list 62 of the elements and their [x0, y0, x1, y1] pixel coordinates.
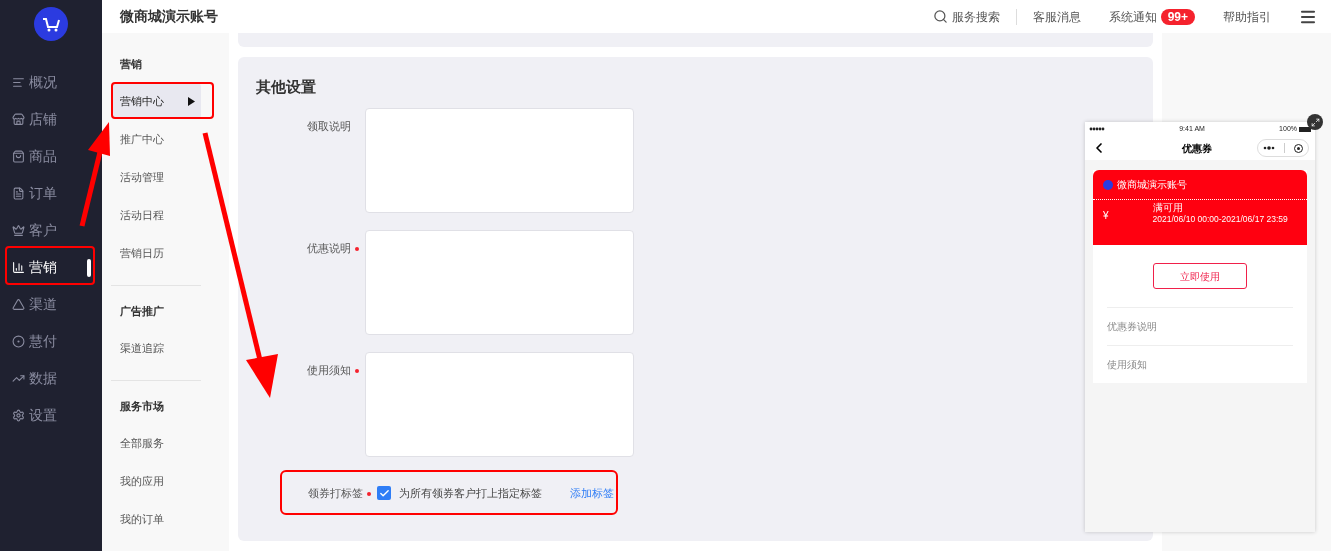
sub-menu-item[interactable]: 营销日历 [111, 235, 201, 271]
active-indicator [87, 259, 91, 277]
section-label: 使用须知 [1107, 358, 1147, 372]
battery-icon [1299, 126, 1311, 132]
search-icon [932, 9, 948, 24]
nav-item[interactable]: 数据 [0, 360, 87, 397]
account-title: 微商城演示账号 [120, 7, 218, 26]
nav-item[interactable]: 营销 [0, 249, 87, 286]
signal-icon [1089, 127, 1105, 131]
header-link[interactable]: 帮助指引 [1223, 7, 1271, 26]
section-title: 其他设置 [256, 77, 317, 97]
crown-icon [12, 224, 25, 237]
nav-item[interactable]: 概况 [0, 64, 87, 101]
nav-item[interactable]: 商品 [0, 138, 87, 175]
gear-icon [12, 409, 25, 422]
trend-icon [12, 372, 25, 385]
field-label: 领券打标签 [308, 485, 363, 501]
shop-name: 微商城演示账号 [1117, 178, 1187, 192]
sub-menu-item[interactable]: 渠道追踪 [111, 330, 201, 366]
triangle-icon [188, 96, 195, 106]
menu-group-title: 广告推广 [119, 303, 165, 319]
sub-menu-item[interactable]: 我的订单 [111, 501, 201, 537]
menu-group-title: 服务市场 [119, 398, 165, 414]
use-now-button[interactable]: 立即使用 [1153, 263, 1247, 289]
coupon-validity: 2021/06/10 00:00-2021/06/17 23:59 [1152, 214, 1289, 225]
shop-logo-icon [1103, 179, 1113, 190]
nav-item[interactable]: 订单 [0, 175, 87, 212]
checkbox-label: 为所有领券客户打上指定标签 [399, 485, 542, 501]
add-tag-link[interactable]: 添加标签 [570, 484, 614, 502]
notification-link[interactable]: 系统通知 99+ [1108, 7, 1195, 26]
sub-menu-item[interactable]: 我的应用 [111, 463, 201, 499]
sub-menu-item[interactable]: 推广中心 [111, 121, 201, 157]
section-label: 优惠券说明 [1107, 320, 1157, 334]
page-title: 优惠券 [1182, 141, 1212, 156]
nav-item[interactable]: 店铺 [0, 101, 87, 138]
logo-icon [34, 7, 68, 41]
checkbox[interactable] [377, 486, 391, 500]
count-badge: 99+ [1160, 8, 1195, 25]
more-icon [1262, 146, 1275, 150]
bag-icon [12, 150, 25, 163]
check-icon [378, 487, 390, 499]
lines-icon [12, 76, 25, 89]
field-label: 使用须知 [307, 363, 351, 378]
triangle-icon [12, 298, 25, 311]
sub-menu-item[interactable]: 全部服务 [111, 425, 201, 461]
coupon-condition: 满可用 [1152, 202, 1184, 214]
currency-symbol: ¥ [1103, 209, 1109, 223]
field-label: 领取说明 [307, 119, 351, 134]
bar-chart-icon [12, 261, 25, 274]
circle-icon [12, 335, 25, 348]
nav-item[interactable]: 客户 [0, 212, 87, 249]
nav-item[interactable]: 慧付 [0, 323, 87, 360]
field-label: 优惠说明 [307, 241, 351, 256]
menu-group-title: 营销 [119, 56, 143, 72]
nav-item[interactable]: 设置 [0, 397, 87, 434]
nav-item[interactable]: 渠道 [0, 286, 87, 323]
header-link[interactable]: 客服消息 [1032, 7, 1081, 26]
sub-menu-item[interactable]: 活动日程 [111, 197, 201, 233]
search-button[interactable]: 服务搜索 [932, 7, 1000, 26]
store-icon [12, 113, 25, 126]
document-icon [12, 187, 25, 200]
sub-menu-item[interactable]: 活动管理 [111, 159, 201, 195]
